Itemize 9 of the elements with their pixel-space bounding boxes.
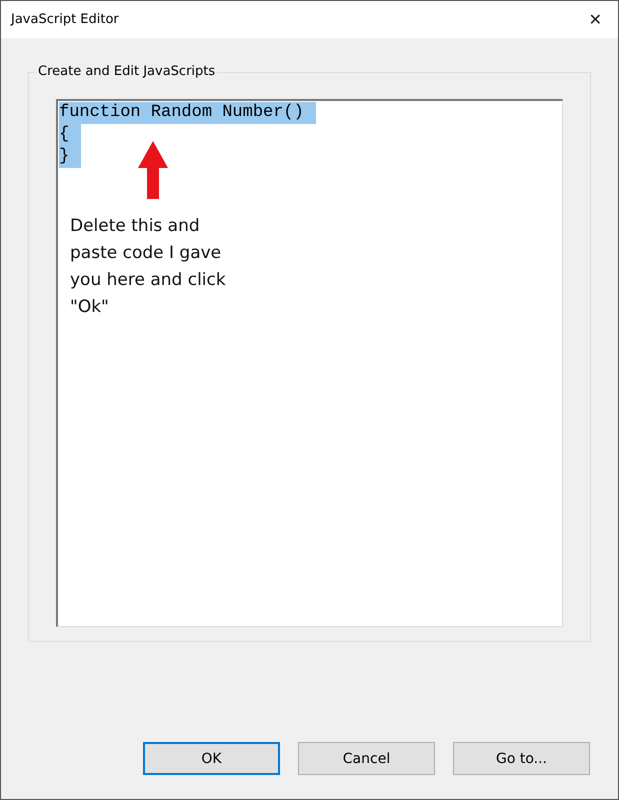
instruction-note: Delete this and paste code I gave you here and click "Ok"	[70, 215, 227, 319]
code-editor[interactable]: function Random Number() { } Delete this and paste code I gave you here and click "Ok"	[56, 99, 563, 627]
up-arrow-icon	[138, 141, 168, 199]
window-title: JavaScript Editor	[11, 12, 119, 27]
dialog-button[interactable]: OK	[143, 742, 280, 775]
close-button[interactable]: ✕	[582, 8, 608, 31]
dialog-button[interactable]: Go to...	[453, 742, 590, 775]
dialog-button[interactable]: Cancel	[298, 742, 435, 775]
group-label: Create and Edit JavaScripts	[36, 64, 218, 79]
